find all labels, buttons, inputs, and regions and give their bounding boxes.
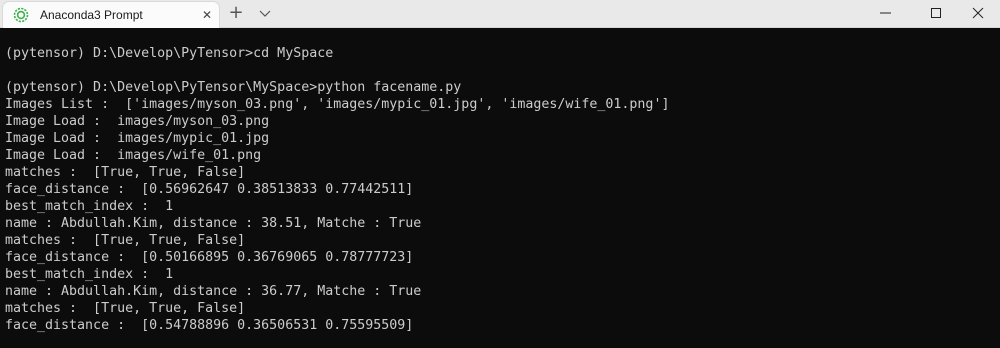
terminal-line: matches : [True, True, False] (5, 301, 246, 316)
terminal-line: name : Abdullah.Kim, distance : 38.51, M… (5, 216, 422, 231)
terminal-window: Anaconda3 Prompt ✕ + (pytensor) D:\Devel… (0, 0, 1000, 348)
terminal-line: matches : [True, True, False] (5, 233, 246, 248)
close-window-button[interactable] (954, 0, 1000, 27)
tab-close-icon[interactable]: ✕ (200, 8, 214, 22)
terminal-line: (pytensor) D:\Develop\PyTensor>cd MySpac… (5, 46, 334, 61)
terminal-line: (pytensor) D:\Develop\PyTensor\MySpace>p… (5, 80, 462, 95)
terminal-line: face_distance : [0.50166895 0.36769065 0… (5, 250, 414, 265)
minimize-button[interactable] (862, 0, 908, 27)
terminal-line: Image Load : images/mypic_01.jpg (5, 131, 270, 146)
tab-title: Anaconda3 Prompt (40, 8, 143, 22)
maximize-button[interactable] (912, 0, 958, 27)
maximize-icon (931, 8, 941, 18)
title-bar: Anaconda3 Prompt ✕ + (0, 0, 1000, 28)
anaconda-icon (13, 7, 29, 23)
new-tab-button[interactable]: + (226, 3, 246, 23)
chevron-down-icon[interactable] (256, 6, 274, 22)
terminal-line: name : Abdullah.Kim, distance : 36.77, M… (5, 284, 422, 299)
terminal-output[interactable]: (pytensor) D:\Develop\PyTensor>cd MySpac… (0, 28, 1000, 348)
terminal-line: face_distance : [0.54788896 0.36506531 0… (5, 318, 414, 333)
terminal-line: matches : [True, True, False] (5, 165, 246, 180)
terminal-line: Image Load : images/myson_03.png (5, 114, 270, 129)
close-icon (972, 7, 984, 19)
terminal-line: Image Load : images/wife_01.png (5, 148, 262, 163)
terminal-line: best_match_index : 1 (5, 199, 174, 214)
tab-anaconda-prompt[interactable]: Anaconda3 Prompt ✕ (2, 1, 220, 28)
terminal-line: best_match_index : 1 (5, 267, 174, 282)
minimize-icon (880, 12, 891, 14)
terminal-line: face_distance : [0.56962647 0.38513833 0… (5, 182, 414, 197)
terminal-line: Images List : ['images/myson_03.png', 'i… (5, 97, 670, 112)
